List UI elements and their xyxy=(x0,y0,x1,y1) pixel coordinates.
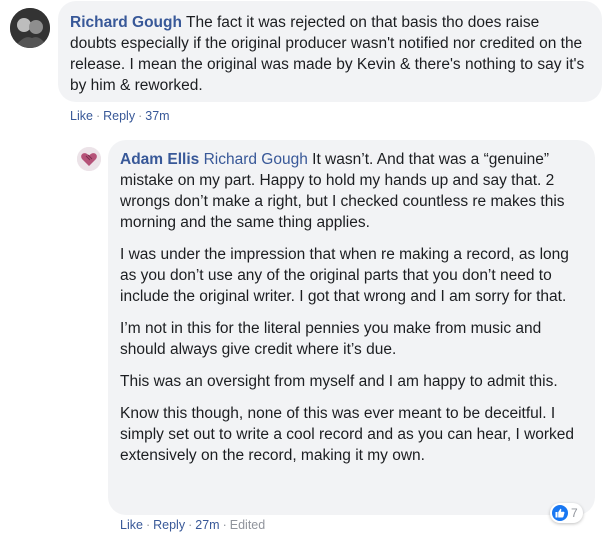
reply-link[interactable]: Reply xyxy=(153,518,185,532)
avatar-richard-gough[interactable] xyxy=(10,8,50,48)
reply-bubble: Adam Ellis Richard Gough It wasn’t. And … xyxy=(108,140,595,515)
separator-dot: · xyxy=(222,518,227,532)
reply-paragraph: Adam Ellis Richard Gough It wasn’t. And … xyxy=(120,149,583,233)
avatar-adam-ellis[interactable] xyxy=(77,147,101,171)
reaction-count: 7 xyxy=(571,506,578,520)
comment-author-link[interactable]: Richard Gough xyxy=(70,14,182,31)
reply-paragraph: Know this though, none of this was ever … xyxy=(120,405,575,464)
reaction-summary[interactable]: 7 xyxy=(550,503,583,523)
reply-paragraph: This was an oversight from myself and I … xyxy=(120,373,558,390)
reply-actions: Like · Reply · 27m · Edited xyxy=(120,518,265,532)
separator-dot: · xyxy=(188,518,193,532)
comment-timestamp[interactable]: 37m xyxy=(145,109,169,123)
separator-dot: · xyxy=(145,518,151,532)
comment-actions: Like · Reply · 37m xyxy=(70,109,170,123)
reply-timestamp[interactable]: 27m xyxy=(195,518,219,532)
like-link[interactable]: Like xyxy=(70,109,93,123)
profile-photo-icon xyxy=(10,8,50,48)
reply-link[interactable]: Reply xyxy=(103,109,135,123)
like-link[interactable]: Like xyxy=(120,518,143,532)
reply-author-link[interactable]: Adam Ellis xyxy=(120,151,199,168)
comment-bubble: Richard Gough The fact it was rejected o… xyxy=(58,1,602,102)
reply-paragraph: I’m not in this for the literal pennies … xyxy=(120,320,542,358)
edited-label[interactable]: Edited xyxy=(230,518,265,532)
mention-link[interactable]: Richard Gough xyxy=(204,151,308,168)
thumbs-up-icon xyxy=(552,505,568,521)
separator-dot: · xyxy=(138,109,143,123)
separator-dot: · xyxy=(95,109,101,123)
reply-paragraph: I was under the impression that when re … xyxy=(120,246,569,305)
comment-body: Richard Gough The fact it was rejected o… xyxy=(70,12,590,96)
heart-logo-icon xyxy=(77,147,101,171)
